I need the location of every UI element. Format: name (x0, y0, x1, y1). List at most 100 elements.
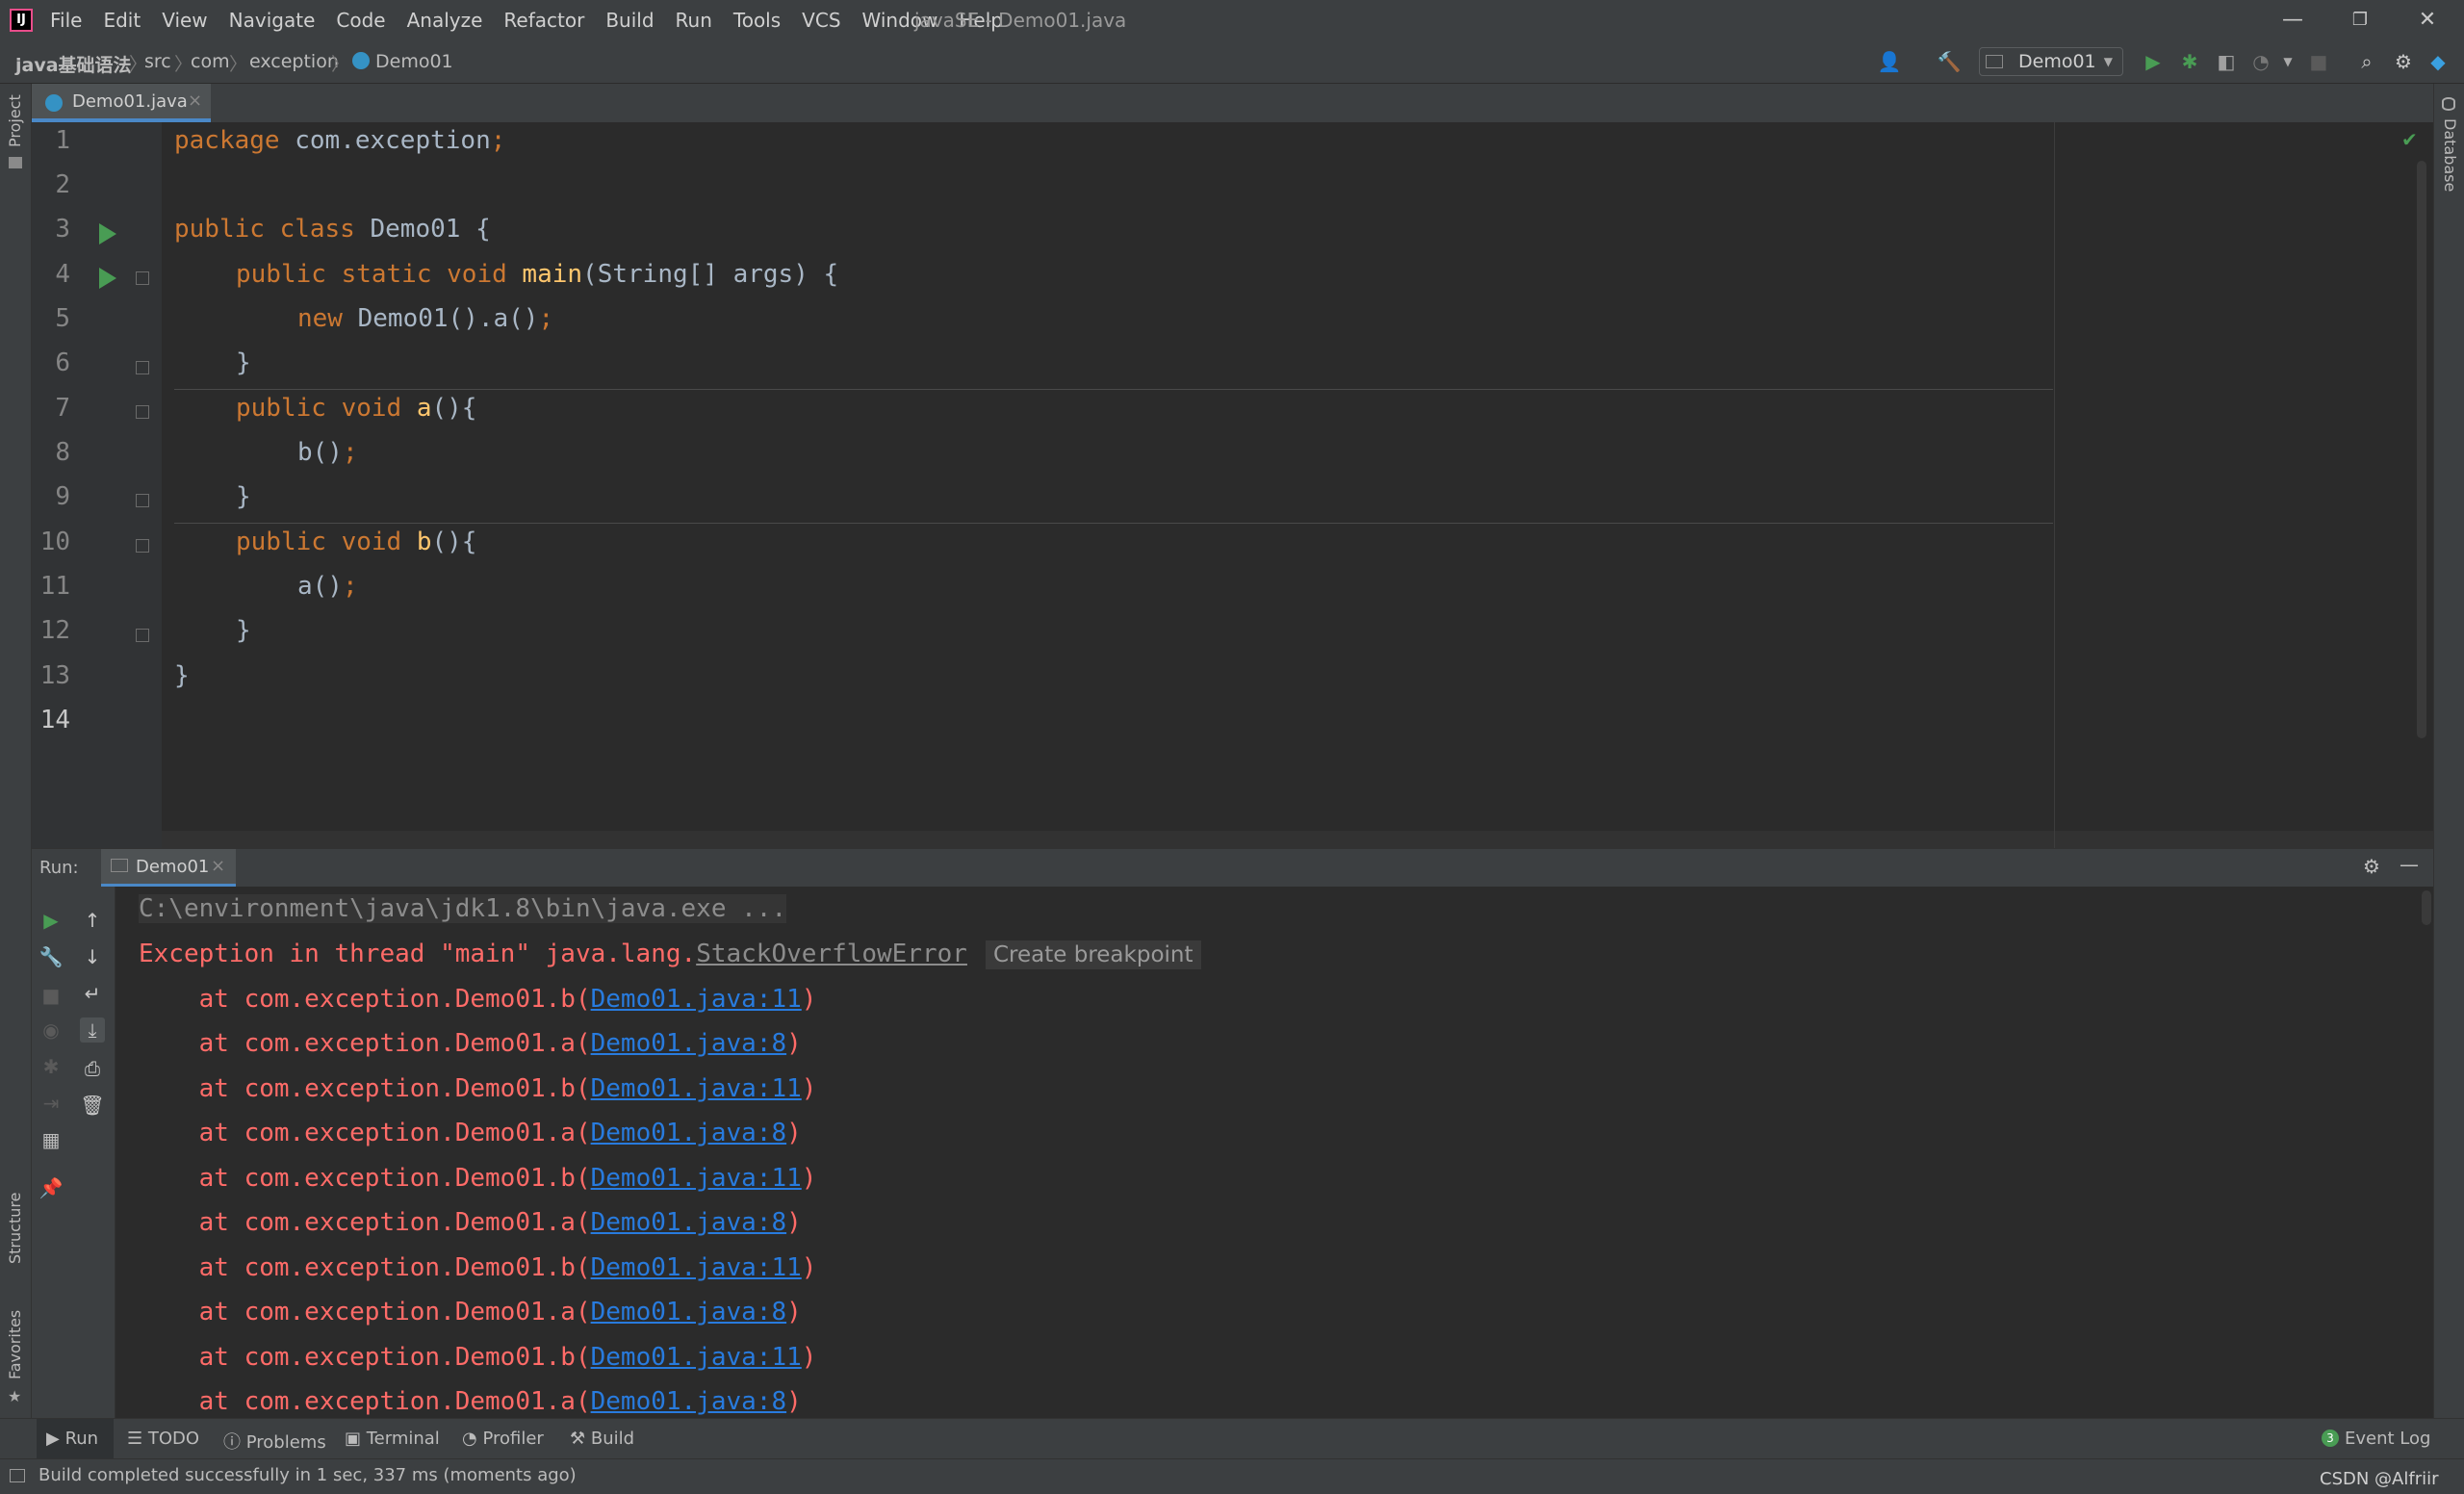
hide-panel-icon[interactable]: — (2400, 853, 2419, 876)
code-line-6: } (236, 348, 251, 377)
create-breakpoint-button[interactable]: Create breakpoint (986, 940, 1201, 969)
search-icon[interactable]: ⌕ (2354, 49, 2379, 74)
pin-icon[interactable]: 📌 (38, 1175, 64, 1200)
close-tab-icon[interactable]: × (211, 856, 225, 876)
soft-wrap-icon[interactable]: ↵ (80, 981, 105, 1006)
todo-tool-button[interactable]: ☰ TODO (127, 1429, 199, 1449)
fold-icon[interactable] (136, 271, 149, 285)
gear-icon[interactable]: ⚙ (2391, 49, 2416, 74)
arrow-up-icon[interactable]: ↑ (80, 908, 105, 933)
status-bar: Build completed successfully in 1 sec, 3… (0, 1458, 2464, 1494)
exit-icon[interactable]: ⇥ (38, 1091, 64, 1116)
source-link[interactable]: Demo01.java:8 (591, 1119, 787, 1147)
fold-icon[interactable] (136, 405, 149, 419)
toolbox-icon[interactable]: ◆ (2426, 49, 2451, 74)
rerun-icon[interactable]: ▶ (38, 908, 64, 933)
terminal-tool-button[interactable]: ▣ Terminal (345, 1429, 440, 1449)
layout-icon[interactable]: ▦ (38, 1127, 64, 1152)
editor-tab-bar: Demo01.java × (32, 84, 2433, 122)
inspection-ok-icon[interactable]: ✔ (2401, 128, 2418, 151)
problems-tool-button[interactable]: ⓘ Problems (223, 1429, 326, 1454)
profiler-tool-button[interactable]: ◔ Profiler (462, 1429, 544, 1449)
source-link[interactable]: Demo01.java:11 (591, 1343, 802, 1372)
menu-refactor[interactable]: Refactor (503, 9, 584, 32)
close-window-button[interactable]: ✕ (2408, 6, 2447, 35)
source-link[interactable]: Demo01.java:8 (591, 1029, 787, 1058)
tab-label: Demo01.java (72, 91, 188, 112)
fold-icon[interactable] (136, 629, 149, 642)
build-tool-button[interactable]: ⚒ Build (570, 1429, 634, 1449)
debug-icon[interactable]: ✱ (2177, 49, 2202, 74)
breadcrumb-class[interactable]: Demo01 (375, 51, 453, 72)
tab-demo01-java[interactable]: Demo01.java × (32, 84, 211, 122)
breadcrumb-src[interactable]: src (144, 51, 171, 72)
run-tab-demo01[interactable]: Demo01 × (101, 849, 236, 888)
camera-icon[interactable]: ◉ (38, 1017, 64, 1043)
source-link[interactable]: Demo01.java:8 (591, 1208, 787, 1237)
user-icon[interactable]: 👤 (1877, 49, 1902, 74)
source-link[interactable]: Demo01.java:11 (591, 1164, 802, 1193)
console-scrollbar[interactable] (2422, 890, 2431, 925)
console-output[interactable]: C:\environment\java\jdk1.8\bin\java.exe … (116, 887, 2433, 1418)
line-number: 7 (55, 394, 70, 423)
fold-icon[interactable] (136, 361, 149, 374)
watermark: CSDN @Alfriir (2320, 1469, 2439, 1489)
project-tool-button[interactable]: Project (6, 94, 24, 147)
window-title: javaSE - Demo01.java (914, 9, 1127, 32)
run-main-gutter-icon[interactable] (99, 268, 116, 289)
source-link[interactable]: Demo01.java:11 (591, 1253, 802, 1282)
database-tool-button[interactable]: Database (2441, 118, 2459, 192)
event-log-button[interactable]: Event Log (2345, 1429, 2430, 1449)
menu-vcs[interactable]: VCS (802, 9, 840, 32)
source-link[interactable]: Demo01.java:8 (591, 1387, 787, 1416)
menu-navigate[interactable]: Navigate (229, 9, 316, 32)
menu-analyze[interactable]: Analyze (407, 9, 483, 32)
arrow-down-icon[interactable]: ↓ (80, 944, 105, 969)
profile-icon[interactable]: ◔ (2248, 49, 2273, 74)
stop-icon[interactable]: ■ (2306, 49, 2331, 74)
restore-button[interactable]: ❐ (2341, 6, 2379, 35)
stack-frame: at com.exception.Demo01.a(Demo01.java:8) (139, 1298, 802, 1327)
trash-icon[interactable]: 🗑 (80, 1093, 105, 1118)
stack-frame: at com.exception.Demo01.a(Demo01.java:8) (139, 1029, 802, 1058)
chevron-down-icon[interactable]: ▼ (2275, 49, 2300, 74)
exception-class-link[interactable]: StackOverflowError (696, 940, 967, 968)
run-tool-button[interactable]: ▶ Run (46, 1429, 98, 1449)
coverage-icon[interactable]: ◧ (2214, 49, 2239, 74)
run-class-gutter-icon[interactable] (99, 223, 116, 245)
structure-tool-button[interactable]: Structure (6, 1193, 24, 1264)
run-icon[interactable]: ▶ (2141, 49, 2166, 74)
line-number: 13 (39, 661, 70, 690)
build-hammer-icon[interactable]: 🔨 (1937, 49, 1962, 74)
print-icon[interactable]: ⎙ (80, 1056, 105, 1081)
editor-scrollbar[interactable] (2417, 161, 2426, 738)
breadcrumb-exception[interactable]: exception (249, 51, 339, 72)
breadcrumb-separator: 〉 (331, 54, 350, 75)
stop-icon[interactable]: ■ (38, 983, 64, 1008)
favorites-tool-button[interactable]: Favorites (6, 1310, 24, 1379)
menu-run[interactable]: Run (676, 9, 712, 32)
fold-icon[interactable] (136, 494, 149, 507)
minimize-button[interactable]: — (2273, 6, 2312, 35)
source-link[interactable]: Demo01.java:11 (591, 1074, 802, 1103)
source-link[interactable]: Demo01.java:11 (591, 985, 802, 1014)
breadcrumb-project[interactable]: java基础语法 (15, 51, 132, 77)
close-tab-icon[interactable]: × (188, 90, 202, 111)
menu-edit[interactable]: Edit (103, 9, 141, 32)
menu-file[interactable]: File (50, 9, 82, 32)
source-link[interactable]: Demo01.java:8 (591, 1298, 787, 1327)
menu-view[interactable]: View (162, 9, 207, 32)
breadcrumb-com[interactable]: com (191, 51, 230, 72)
scroll-to-end-icon[interactable]: ⤓ (80, 1017, 105, 1043)
menu-build[interactable]: Build (605, 9, 654, 32)
line-number: 12 (39, 616, 70, 645)
code-editor[interactable]: 1 2 3 4 5 6 7 8 9 10 11 12 13 14 package… (32, 122, 2433, 871)
wrench-icon[interactable]: 🔧 (38, 944, 64, 969)
fold-icon[interactable] (136, 539, 149, 553)
java-class-icon (352, 52, 370, 69)
gear-icon[interactable]: ⚙ (2363, 855, 2380, 878)
debug-icon[interactable]: ✱ (38, 1054, 64, 1079)
menu-tools[interactable]: Tools (733, 9, 781, 32)
menu-code[interactable]: Code (336, 9, 385, 32)
status-panel-icon[interactable] (10, 1469, 25, 1482)
